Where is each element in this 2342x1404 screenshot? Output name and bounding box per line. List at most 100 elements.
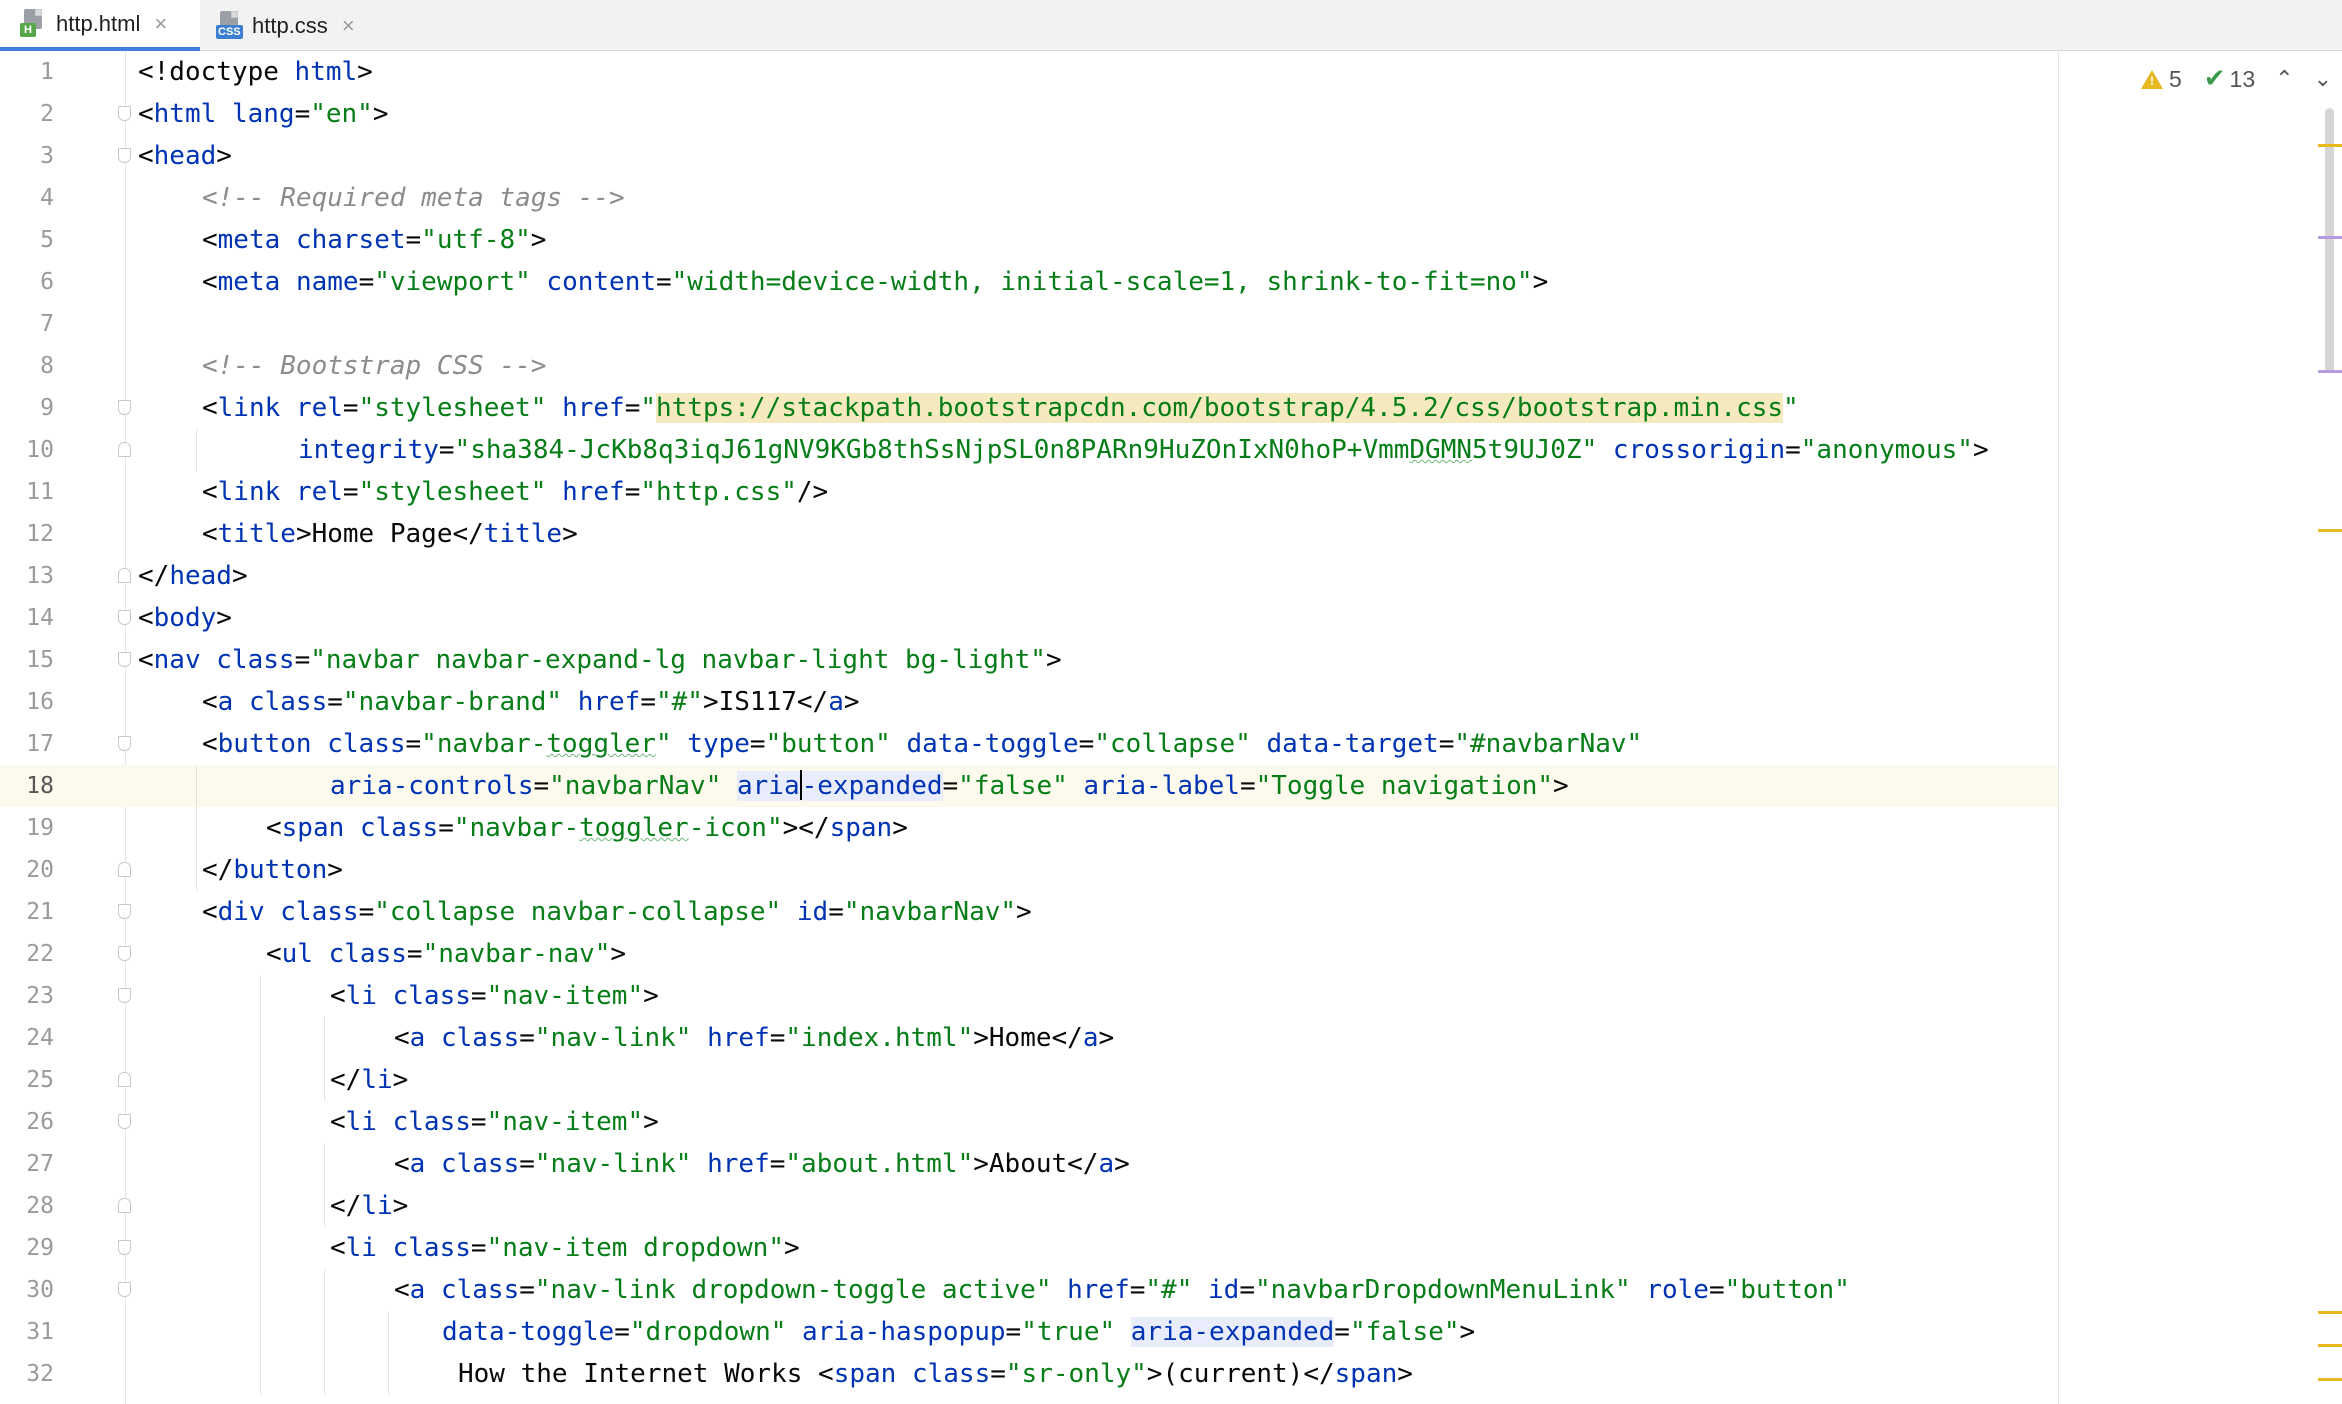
code-text[interactable]: <link rel="stylesheet" href="https://sta… (202, 387, 1799, 429)
chevron-down-icon[interactable]: ⌄ (2314, 67, 2332, 92)
fold-open-icon[interactable] (118, 946, 131, 961)
fold-close-icon[interactable] (118, 1072, 131, 1087)
fold-open-icon[interactable] (118, 1114, 131, 1129)
code-line[interactable]: 20 </button> (0, 849, 2058, 891)
code-line[interactable]: 8 <!-- Bootstrap CSS --> (0, 345, 2058, 387)
fold-open-icon[interactable] (118, 904, 131, 919)
code-line[interactable]: 10 integrity="sha384-JcKb8q3iqJ61gNV9KGb8… (0, 429, 2058, 471)
code-line[interactable]: 23 <li class="nav-item"> (0, 975, 2058, 1017)
fold-open-icon[interactable] (118, 1282, 131, 1297)
code-text[interactable]: <meta charset="utf-8"> (202, 219, 546, 261)
code-text[interactable]: <div class="collapse navbar-collapse" id… (202, 891, 1032, 933)
code-line[interactable]: 24 <a class="nav-link" href="index.html">… (0, 1017, 2058, 1059)
code-text[interactable]: <link rel="stylesheet" href="http.css"/> (202, 471, 828, 513)
vertical-scrollbar-thumb[interactable] (2325, 108, 2334, 373)
stripe-marker[interactable] (2318, 1311, 2342, 1314)
code-token: li (345, 1233, 377, 1263)
code-line[interactable]: 19 <span class="navbar-toggler-icon"></sp… (0, 807, 2058, 849)
close-icon[interactable]: × (154, 12, 167, 35)
code-text[interactable]: How the Internet Works <span class="sr-o… (458, 1353, 1413, 1395)
code-text[interactable]: </li> (330, 1185, 408, 1227)
stripe-marker[interactable] (2318, 529, 2342, 532)
code-text[interactable]: <span class="navbar-toggler-icon"></span… (266, 807, 908, 849)
code-line[interactable]: 9 <link rel="stylesheet" href="https://st… (0, 387, 2058, 429)
code-line[interactable]: 12 <title>Home Page</title> (0, 513, 2058, 555)
fold-open-icon[interactable] (118, 652, 131, 667)
code-line[interactable]: 27 <a class="nav-link" href="about.html">… (0, 1143, 2058, 1185)
code-text[interactable]: </head> (138, 555, 248, 597)
code-line[interactable]: 11 <link rel="stylesheet" href="http.css"… (0, 471, 2058, 513)
code-line[interactable]: 13 </head> (0, 555, 2058, 597)
code-text[interactable]: data-toggle="dropdown" aria-haspopup="tr… (442, 1311, 1475, 1353)
code-text[interactable]: </li> (330, 1059, 408, 1101)
code-line[interactable]: 28 </li> (0, 1185, 2058, 1227)
code-line[interactable]: 21 <div class="collapse navbar-collapse" … (0, 891, 2058, 933)
code-text[interactable]: <ul class="navbar-nav"> (266, 933, 626, 975)
code-line[interactable]: 18 aria-controls="navbarNav" aria-expande… (0, 765, 2058, 807)
chevron-up-icon[interactable]: ⌃ (2275, 67, 2293, 92)
fold-open-icon[interactable] (118, 610, 131, 625)
code-line[interactable]: 25 </li> (0, 1059, 2058, 1101)
stripe-marker[interactable] (2318, 1378, 2342, 1381)
code-token: "navbarNav" (843, 897, 1017, 927)
code-line[interactable]: 30 <a class="nav-link dropdown-toggle act… (0, 1269, 2058, 1311)
code-line[interactable]: 1 <!doctype html> (0, 51, 2058, 93)
inspection-widget[interactable]: ! 5 ✔ 13 ⌃ ⌄ (2140, 63, 2342, 95)
tab-http-html[interactable]: H http.html × (0, 0, 200, 51)
fold-open-icon[interactable] (118, 736, 131, 751)
close-icon[interactable]: × (342, 14, 355, 37)
code-text[interactable]: <li class="nav-item dropdown"> (330, 1227, 800, 1269)
code-text[interactable]: <body> (138, 597, 232, 639)
code-line[interactable]: 5 <meta charset="utf-8"> (0, 219, 2058, 261)
code-editor[interactable]: 1 <!doctype html> 2 <html lang="en"> 3 <head>… (0, 51, 2342, 1404)
code-text[interactable]: <a class="navbar-brand" href="#">IS117</… (202, 681, 860, 723)
code-text[interactable]: <li class="nav-item"> (330, 975, 659, 1017)
code-text[interactable]: <a class="nav-link" href="about.html">Ab… (394, 1143, 1130, 1185)
code-text[interactable]: <li class="nav-item"> (330, 1101, 659, 1143)
code-text[interactable]: <title>Home Page</title> (202, 513, 578, 555)
code-line[interactable]: 31 data-toggle="dropdown" aria-haspopup="… (0, 1311, 2058, 1353)
code-text[interactable]: <button class="navbar-toggler" type="but… (202, 723, 1642, 765)
fold-close-icon[interactable] (118, 442, 131, 457)
code-line[interactable]: 22 <ul class="navbar-nav"> (0, 933, 2058, 975)
code-line[interactable]: 17 <button class="navbar-toggler" type="b… (0, 723, 2058, 765)
code-line[interactable]: 16 <a class="navbar-brand" href="#">IS117… (0, 681, 2058, 723)
code-line[interactable]: 15 <nav class="navbar navbar-expand-lg na… (0, 639, 2058, 681)
code-text[interactable]: <!-- Bootstrap CSS --> (202, 345, 546, 387)
code-text[interactable]: aria-controls="navbarNav" aria-expanded=… (330, 765, 1569, 807)
code-line[interactable]: 26 <li class="nav-item"> (0, 1101, 2058, 1143)
code-line[interactable]: 3 <head> (0, 135, 2058, 177)
code-line[interactable]: 32 How the Internet Works <span class="sr… (0, 1353, 2058, 1395)
fold-close-icon[interactable] (118, 862, 131, 877)
code-text[interactable]: <!doctype html> (138, 51, 373, 93)
code-text[interactable]: <html lang="en"> (138, 93, 389, 135)
code-text[interactable]: integrity="sha384-JcKb8q3iqJ61gNV9KGb8th… (298, 429, 1989, 471)
code-line[interactable]: 2 <html lang="en"> (0, 93, 2058, 135)
stripe-marker[interactable] (2318, 144, 2342, 147)
code-text[interactable]: <a class="nav-link dropdown-toggle activ… (394, 1269, 1850, 1311)
code-area[interactable]: 1 <!doctype html> 2 <html lang="en"> 3 <head>… (0, 51, 2058, 1404)
fold-open-icon[interactable] (118, 1240, 131, 1255)
stripe-marker[interactable] (2318, 236, 2342, 239)
fold-open-icon[interactable] (118, 106, 131, 121)
code-text[interactable]: <a class="nav-link" href="index.html">Ho… (394, 1017, 1114, 1059)
code-text[interactable]: </button> (202, 849, 343, 891)
fold-open-icon[interactable] (118, 400, 131, 415)
fold-open-icon[interactable] (118, 988, 131, 1003)
tab-http-css[interactable]: CSS http.css × (200, 0, 390, 51)
code-line[interactable]: 6 <meta name="viewport" content="width=de… (0, 261, 2058, 303)
fold-close-icon[interactable] (118, 1198, 131, 1213)
code-line[interactable]: 7 (0, 303, 2058, 345)
stripe-marker[interactable] (2318, 1344, 2342, 1347)
fold-close-icon[interactable] (118, 568, 131, 583)
code-line[interactable]: 14 <body> (0, 597, 2058, 639)
code-line[interactable]: 29 <li class="nav-item dropdown"> (0, 1227, 2058, 1269)
code-line[interactable]: 4 <!-- Required meta tags --> (0, 177, 2058, 219)
code-text[interactable]: <head> (138, 135, 232, 177)
code-text[interactable]: <!-- Required meta tags --> (202, 177, 625, 219)
code-text[interactable]: <nav class="navbar navbar-expand-lg navb… (138, 639, 1062, 681)
fold-open-icon[interactable] (118, 148, 131, 163)
code-text[interactable]: <meta name="viewport" content="width=dev… (202, 261, 1548, 303)
stripe-marker[interactable] (2318, 370, 2342, 373)
